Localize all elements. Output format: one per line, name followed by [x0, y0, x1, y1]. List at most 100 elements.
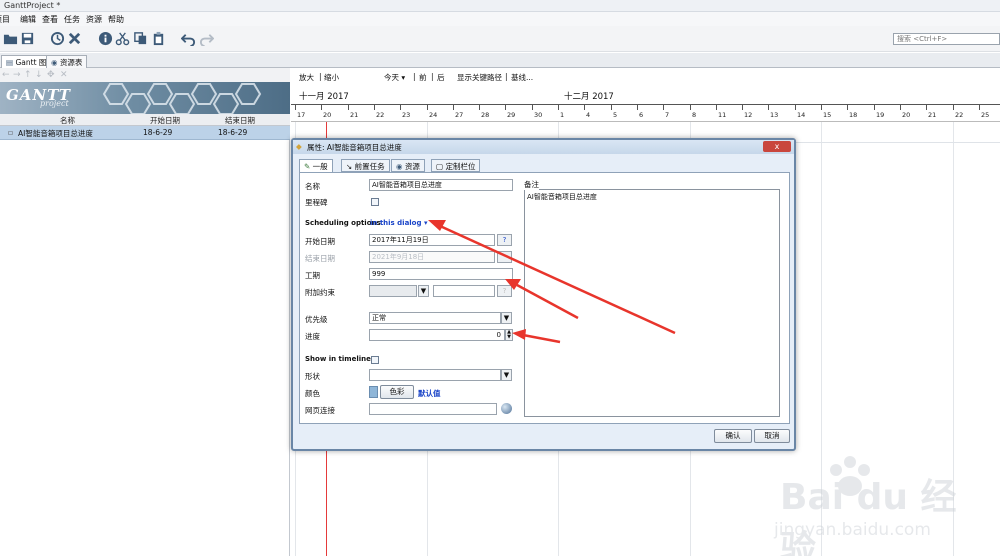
day-tick [453, 105, 454, 110]
task-tree-panel: ← → ↑ ↓ ✥ ✕ GANTT project 名称 开始日期 结束日期 ▫… [0, 68, 290, 556]
table-row[interactable]: ▫ AI智能音箱项目总进度 18-6-29 18-6-29 [0, 126, 290, 140]
color-label: 颜色 [305, 389, 320, 398]
tree-expand-icon[interactable]: ▫ [8, 128, 13, 137]
constraint-date-field[interactable] [433, 285, 495, 297]
tab-dialog-resources[interactable]: ◉ 资源 [391, 159, 425, 172]
info-icon[interactable] [98, 31, 113, 46]
month-label: 十二月 2017 [564, 92, 614, 102]
paste-icon[interactable] [151, 31, 166, 46]
name-field[interactable]: AI智能音箱项目总进度 [369, 179, 513, 191]
day-tick [926, 105, 927, 110]
end-date-label: 结束日期 [305, 254, 335, 263]
delete-icon[interactable] [67, 31, 82, 46]
general-icon: ✎ [304, 162, 313, 171]
today-dropdown[interactable]: 今天 ▾ [384, 72, 405, 83]
dialog-close-button[interactable]: x [763, 141, 791, 152]
day-label: 13 [770, 111, 779, 119]
priority-select[interactable]: 正常 [369, 312, 501, 324]
link-icon[interactable]: ✥ [47, 70, 55, 80]
next-link[interactable]: 后 [437, 72, 445, 83]
undo-icon[interactable] [180, 31, 196, 47]
main-toolbar [0, 26, 1000, 52]
day-label: 5 [613, 111, 618, 119]
chevron-down-icon[interactable]: ▼ [501, 369, 512, 381]
tab-predecessors[interactable]: ↘ 前置任务 [341, 159, 390, 172]
day-tick [768, 105, 769, 110]
task-table-header: 名称 开始日期 结束日期 [0, 114, 290, 126]
date-picker-icon[interactable]: ? [497, 234, 512, 246]
shape-label: 形状 [305, 372, 320, 381]
app-icon: ◆ [296, 142, 302, 151]
duration-field[interactable]: 999 [369, 268, 513, 280]
shape-select[interactable] [369, 369, 501, 381]
day-tick [900, 105, 901, 110]
color-swatch[interactable] [369, 386, 378, 398]
watermark-url: jingyan.baidu.com [774, 520, 931, 540]
tab-resources[interactable]: ◉ 资源表 [46, 55, 88, 68]
menu-view[interactable]: 查看 [42, 14, 58, 25]
date-picker-disabled-icon [497, 251, 512, 263]
chevron-down-icon[interactable]: ▼ [418, 285, 429, 297]
unlink-icon[interactable]: ✕ [60, 70, 68, 80]
day-label: 21 [350, 111, 359, 119]
tab-general[interactable]: ✎ 一般 [299, 159, 333, 172]
menu-task[interactable]: 任务 [64, 14, 80, 25]
day-tick [532, 105, 533, 110]
arrow-left-icon[interactable]: ← [2, 70, 10, 80]
menu-project[interactable]: 项目 [0, 14, 10, 25]
color-button[interactable]: 色彩 [380, 385, 414, 399]
weblink-field[interactable] [369, 403, 497, 415]
column-name[interactable]: 名称 [60, 115, 75, 126]
day-label: 21 [928, 111, 937, 119]
day-label: 23 [402, 111, 411, 119]
constraint-label: 附加约束 [305, 288, 335, 297]
arrow-right-icon[interactable]: → [13, 70, 21, 80]
tab-custom-columns[interactable]: ▢ 定制栏位 [431, 159, 481, 172]
search-input[interactable]: 搜索 <Ctrl+F> [893, 33, 1000, 45]
day-label: 8 [692, 111, 697, 119]
general-tab-panel: 名称 AI智能音箱项目总进度 里程碑 Scheduling options in… [299, 172, 790, 424]
arrow-up-icon[interactable]: ↑ [24, 70, 32, 80]
clock-icon[interactable] [50, 31, 65, 46]
copy-icon[interactable] [133, 31, 148, 46]
menu-edit[interactable]: 编辑 [20, 14, 36, 25]
open-folder-icon[interactable] [3, 31, 18, 46]
prev-link[interactable]: 前 [419, 72, 427, 83]
default-color-link[interactable]: 默认值 [418, 388, 441, 399]
zoom-in-link[interactable]: 放大 [299, 72, 314, 83]
scheduling-link[interactable]: in this dialog ▾ [370, 219, 427, 227]
day-tick [663, 105, 664, 110]
constraint-type-select[interactable] [369, 285, 417, 297]
milestone-checkbox[interactable] [371, 198, 379, 206]
redo-icon[interactable] [199, 31, 215, 47]
day-label: 22 [955, 111, 964, 119]
progress-stepper[interactable]: ▲ ▼ [505, 329, 513, 341]
chevron-down-icon[interactable]: ▼ [501, 312, 512, 324]
dialog-titlebar[interactable]: ◆ 属性: AI智能音箱项目总进度 x [293, 140, 794, 154]
globe-icon[interactable] [501, 403, 512, 414]
start-date-field[interactable]: 2017年11月19日 [369, 234, 495, 246]
day-label: 19 [876, 111, 885, 119]
baseline-link[interactable]: 基线... [511, 72, 533, 83]
day-tick [690, 105, 691, 110]
notes-label: 备注 [524, 179, 539, 190]
cancel-button[interactable]: 取消 [754, 429, 790, 443]
arrow-down-icon[interactable]: ↓ [35, 70, 43, 80]
menu-help[interactable]: 帮助 [108, 14, 124, 25]
notes-textarea[interactable]: AI智能音箱项目总进度 [524, 189, 780, 417]
ok-button[interactable]: 确认 [714, 429, 752, 443]
column-end-date[interactable]: 结束日期 [225, 115, 255, 126]
tab-gantt[interactable]: ▤ Gantt 图 [1, 55, 52, 68]
cut-icon[interactable] [115, 31, 130, 46]
progress-field[interactable]: 0 [369, 329, 505, 341]
menu-resource[interactable]: 资源 [86, 14, 102, 25]
column-start-date[interactable]: 开始日期 [150, 115, 180, 126]
save-icon[interactable] [20, 31, 35, 46]
critical-path-link[interactable]: 显示关键路径 [457, 72, 502, 83]
month-label: 十一月 2017 [299, 92, 349, 102]
timeline-checkbox[interactable] [371, 356, 379, 364]
day-tick [558, 105, 559, 110]
day-tick [479, 105, 480, 110]
zoom-out-link[interactable]: 缩小 [324, 72, 339, 83]
day-label: 28 [481, 111, 490, 119]
